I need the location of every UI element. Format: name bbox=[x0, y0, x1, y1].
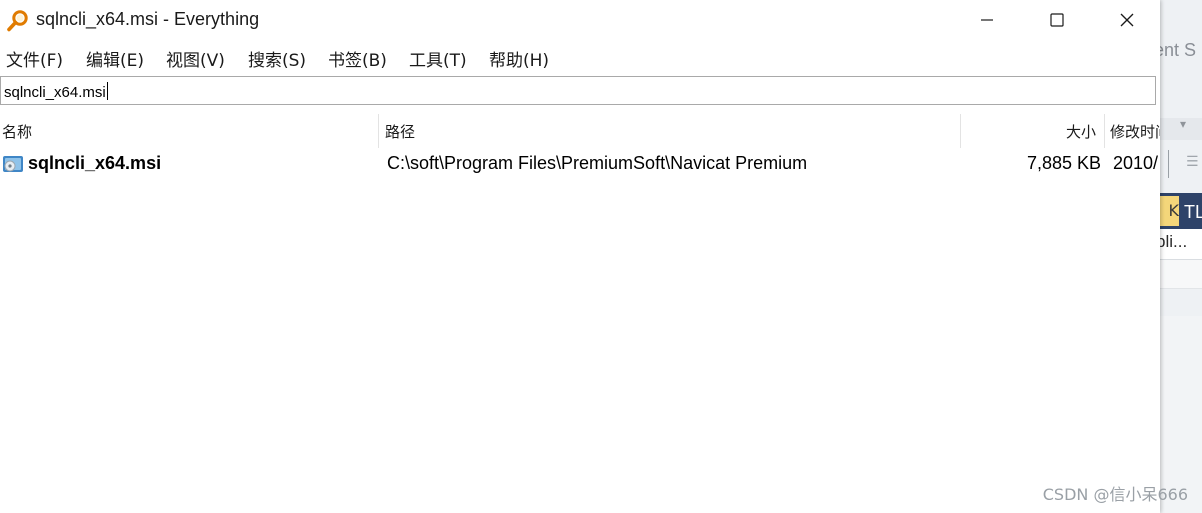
maximize-icon bbox=[1050, 13, 1064, 27]
column-divider[interactable] bbox=[1104, 114, 1105, 148]
background-table-row-2 bbox=[1160, 260, 1202, 289]
title-bar[interactable]: sqlncli_x64.msi - Everything bbox=[0, 0, 1160, 40]
search-query-text: sqlncli_x64.msi bbox=[4, 84, 106, 101]
result-path: C:\soft\Program Files\PremiumSoft\Navica… bbox=[387, 153, 808, 173]
menu-edit[interactable]: 编辑(E) bbox=[86, 46, 144, 71]
maximize-button[interactable] bbox=[1022, 0, 1092, 40]
background-tab-label[interactable]: TL bbox=[1184, 196, 1202, 228]
column-name-header[interactable]: 名称 bbox=[2, 121, 32, 142]
result-name: sqlncli_x64.msi bbox=[28, 153, 162, 173]
menu-view[interactable]: 视图(V) bbox=[166, 46, 225, 71]
close-icon bbox=[1120, 13, 1134, 27]
menu-help[interactable]: 帮助(H) bbox=[489, 46, 549, 71]
chevron-down-icon: ▾ bbox=[1180, 117, 1187, 131]
column-divider[interactable] bbox=[378, 114, 379, 148]
window-title: sqlncli_x64.msi - Everything bbox=[36, 9, 260, 29]
results-column-header: 名称 路径 大小 修改时间 bbox=[0, 114, 1160, 148]
installer-package-icon bbox=[3, 156, 23, 172]
menu-bookmarks[interactable]: 书签(B) bbox=[328, 46, 387, 71]
menu-tools[interactable]: 工具(T) bbox=[409, 46, 467, 71]
minimize-icon bbox=[981, 19, 993, 21]
text-caret bbox=[106, 82, 108, 100]
background-table-cell: pli... bbox=[1160, 232, 1188, 251]
list-lines-icon: ☰ bbox=[1186, 154, 1199, 170]
menu-bar: 文件(F) 编辑(E) 视图(V) 搜索(S) 书签(B) 工具(T) 帮助(H… bbox=[0, 42, 1160, 72]
watermark: CSDN @信小呆666 bbox=[1042, 485, 1188, 504]
column-divider[interactable] bbox=[960, 114, 961, 148]
everything-window: sqlncli_x64.msi - Everything 文件(F) 编辑(E)… bbox=[0, 0, 1160, 513]
screen: nent S ▾ ☰ K TL pli... sqlncli_x64.msi -… bbox=[0, 0, 1202, 513]
column-path-header[interactable]: 路径 bbox=[385, 121, 415, 142]
column-modified-header[interactable]: 修改时间 bbox=[1110, 121, 1160, 142]
menu-file[interactable]: 文件(F) bbox=[6, 46, 63, 71]
result-size: 7,885 KB bbox=[1026, 153, 1101, 173]
table-row[interactable]: sqlncli_x64.msi C:\soft\Program Files\Pr… bbox=[0, 150, 1160, 178]
menu-search[interactable]: 搜索(S) bbox=[248, 46, 306, 71]
toolbar-separator bbox=[1168, 150, 1169, 178]
close-button[interactable] bbox=[1092, 0, 1160, 40]
minimize-button[interactable] bbox=[952, 0, 1022, 40]
result-modified: 2010/ bbox=[1113, 153, 1159, 173]
search-input-value: sqlncli_x64.msi bbox=[4, 82, 108, 101]
background-app-title: nent S bbox=[1160, 40, 1197, 60]
column-size-header[interactable]: 大小 bbox=[1066, 121, 1096, 142]
search-input[interactable]: sqlncli_x64.msi bbox=[0, 76, 1156, 105]
background-app-window: nent S ▾ ☰ K TL pli... bbox=[1160, 0, 1202, 513]
magnifier-icon bbox=[7, 10, 28, 32]
background-tab-yellow[interactable]: K bbox=[1160, 196, 1179, 226]
background-tab-yellow-label: K bbox=[1168, 201, 1180, 220]
